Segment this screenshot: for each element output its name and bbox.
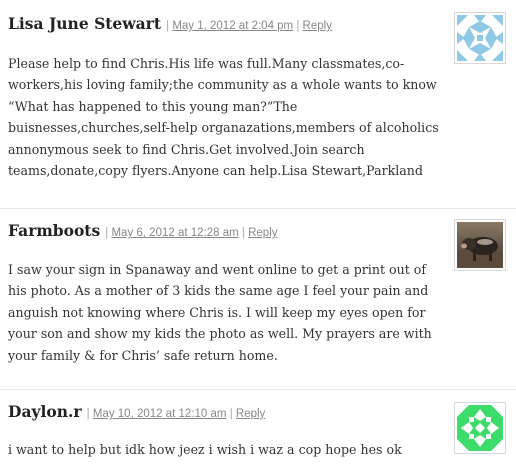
reply-link[interactable]: Reply (236, 408, 265, 420)
comment-meta: Farmboots | May 6, 2012 at 12:28 am | Re… (8, 220, 508, 242)
comment-date-link[interactable]: May 1, 2012 at 2:04 pm (172, 20, 293, 32)
comment: Daylon.r | May 10, 2012 at 12:10 am | Re… (8, 401, 508, 460)
comment-date-link[interactable]: May 10, 2012 at 12:10 am (93, 408, 227, 420)
divider (0, 208, 516, 209)
divider (0, 389, 516, 390)
identicon-avatar (454, 402, 506, 454)
comment-author: Daylon.r (8, 402, 82, 421)
comment: Farmboots | May 6, 2012 at 12:28 am | Re… (8, 220, 508, 366)
comment-text: I saw your sign in Spanaway and went onl… (8, 262, 432, 363)
reply-link[interactable]: Reply (303, 20, 332, 32)
separator: | (229, 408, 233, 420)
separator: | (166, 20, 170, 32)
comment-date-link[interactable]: May 6, 2012 at 12:28 am (111, 227, 238, 239)
comment-meta: Daylon.r | May 10, 2012 at 12:10 am | Re… (8, 401, 508, 423)
identicon-avatar (454, 12, 506, 64)
identicon-icon (457, 405, 503, 451)
reply-link[interactable]: Reply (248, 227, 277, 239)
pig-photo-icon (457, 222, 503, 268)
separator: | (105, 227, 109, 239)
separator: | (86, 408, 90, 420)
comment-meta: Lisa June Stewart | May 1, 2012 at 2:04 … (8, 13, 508, 35)
separator: | (296, 20, 300, 32)
comment-text: i want to help but idk how jeez i wish i… (8, 442, 402, 457)
photo-avatar-pig (454, 219, 506, 271)
comment-text: Please help to find Chris.His life was f… (8, 56, 439, 179)
comment-author: Farmboots (8, 221, 101, 240)
comment: Lisa June Stewart | May 1, 2012 at 2:04 … (8, 13, 508, 181)
separator: | (241, 227, 245, 239)
identicon-icon (457, 15, 503, 61)
comment-author: Lisa June Stewart (8, 14, 162, 33)
